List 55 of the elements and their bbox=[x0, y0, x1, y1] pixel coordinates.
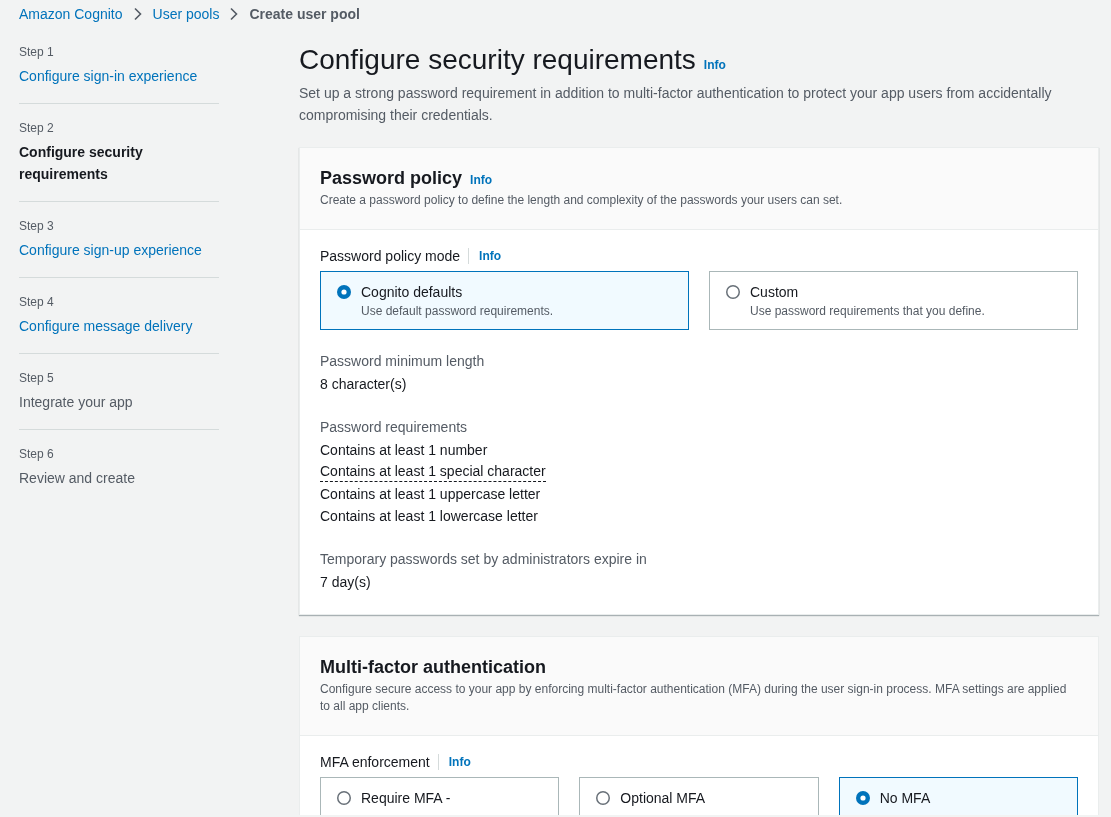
setting-label: Password minimum length bbox=[320, 352, 485, 371]
option-label: No MFA bbox=[879, 789, 931, 808]
page-description: Set up a strong password requirement in addition to multi-factor authentication to protect your app users from accidentally compromising their credentials. bbox=[299, 84, 1053, 125]
step-title: Integrate your app bbox=[19, 393, 133, 412]
radio-button[interactable] bbox=[726, 285, 740, 299]
current-step-title[interactable]: Configure security requirements bbox=[19, 141, 219, 185]
option-card[interactable]: No MFA bbox=[838, 777, 1078, 815]
option-description: Use default password requirements. bbox=[361, 303, 554, 319]
panel-title: Multi-factor authentication bbox=[320, 656, 546, 678]
option-label: Require MFA - bbox=[361, 789, 451, 808]
step-number: Step 2 bbox=[19, 120, 54, 136]
panel-description: Create a password policy to define the length and complexity of the passwords your users can set. bbox=[320, 192, 844, 209]
info-link[interactable]: Info bbox=[703, 57, 726, 73]
step-number: Step 4 bbox=[19, 294, 54, 310]
breadcrumb-link[interactable]: User pools bbox=[152, 4, 220, 24]
option-card[interactable]: Optional MFA bbox=[579, 777, 819, 815]
field-label: Password policy mode bbox=[320, 247, 461, 266]
setting-label: Temporary passwords set by administrators expire in bbox=[320, 550, 647, 569]
chevron-right-icon bbox=[132, 7, 143, 21]
option-description: Use password requirements that you define. bbox=[750, 303, 985, 319]
option-label: Cognito defaults bbox=[361, 283, 463, 302]
breadcrumb-link[interactable]: Amazon Cognito bbox=[19, 4, 123, 24]
page-title: Configure security requirements bbox=[299, 43, 696, 77]
panel-description: Configure secure access to your app by enforcing multi-factor authentication (MFA) during the user sign-in process. MFA settings are applied to all app clients. bbox=[320, 681, 1068, 715]
chevron-right-icon bbox=[229, 7, 240, 21]
option-label: Custom bbox=[750, 283, 799, 302]
step-title: Review and create bbox=[19, 469, 135, 488]
field-label: MFA enforcement bbox=[320, 753, 430, 772]
option-card[interactable]: Custom Use password requirements that you define. bbox=[709, 271, 1078, 330]
option-card[interactable]: Require MFA - bbox=[320, 777, 560, 815]
popover-trigger-text[interactable]: Contains at least 1 special character bbox=[320, 462, 546, 482]
step-number: Step 1 bbox=[19, 44, 54, 60]
info-link[interactable]: Info bbox=[470, 172, 493, 188]
radio-button[interactable] bbox=[337, 285, 351, 299]
radio-button[interactable] bbox=[855, 791, 870, 805]
step-number: Step 6 bbox=[19, 446, 54, 462]
step-link[interactable]: Configure sign-in experience bbox=[19, 65, 198, 87]
step-link[interactable]: Configure sign-up experience bbox=[19, 239, 202, 261]
setting-label: Password requirements bbox=[320, 418, 468, 437]
setting-value: Contains at least 1 number bbox=[320, 441, 488, 460]
step-number: Step 5 bbox=[19, 370, 54, 386]
option-label: Optional MFA bbox=[620, 789, 706, 808]
panel-title: Password policy bbox=[320, 167, 463, 189]
step-number: Step 3 bbox=[19, 218, 54, 234]
breadcrumb-current: Create user pool bbox=[249, 5, 360, 24]
setting-value: Contains at least 1 lowercase letter bbox=[320, 507, 538, 526]
info-link[interactable]: Info bbox=[479, 248, 502, 264]
setting-value: 7 day(s) bbox=[320, 573, 371, 592]
setting-value: Contains at least 1 uppercase letter bbox=[320, 485, 541, 504]
radio-button[interactable] bbox=[596, 791, 611, 805]
info-link[interactable]: Info bbox=[448, 754, 471, 770]
step-link[interactable]: Configure message delivery bbox=[19, 315, 193, 337]
option-card[interactable]: Cognito defaults Use default password requirements. bbox=[320, 271, 689, 330]
setting-value: 8 character(s) bbox=[320, 375, 407, 394]
radio-button[interactable] bbox=[337, 791, 351, 805]
